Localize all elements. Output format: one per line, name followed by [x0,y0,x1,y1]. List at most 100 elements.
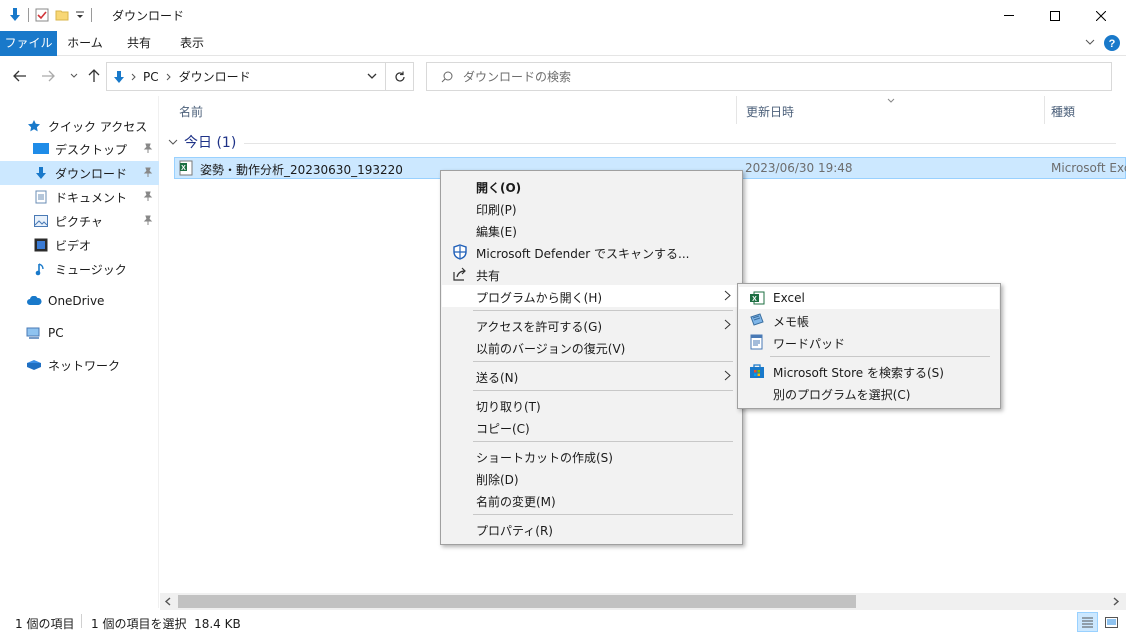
store-icon [749,363,765,379]
menu-item-copy[interactable]: コピー(C) [442,416,741,438]
sort-chevron-icon [887,98,895,103]
tab-share[interactable]: 共有 [113,31,165,56]
address-dropdown-icon[interactable] [367,73,377,80]
maximize-button[interactable] [1032,0,1078,31]
download-folder-icon [113,70,125,84]
pin-icon[interactable] [143,167,153,177]
scrollbar-thumb[interactable] [178,595,856,608]
column-header-date[interactable]: 更新日時 [746,103,794,120]
nav-pc[interactable]: PC [0,321,159,345]
breadcrumb-separator-icon [131,73,137,81]
menu-item-delete[interactable]: 削除(D) [442,467,741,489]
minimize-button[interactable] [986,0,1032,31]
scroll-right-icon[interactable] [1112,597,1120,606]
nav-network[interactable]: ネットワーク [0,353,159,377]
menu-item-defender-scan[interactable]: Microsoft Defender でスキャンする... [442,241,741,263]
download-folder-icon [8,7,22,23]
download-folder-icon [33,165,49,181]
address-row: PC ダウンロード ダウンロードの検索 [0,56,1126,96]
address-bar[interactable]: PC ダウンロード [106,62,386,91]
back-button[interactable] [10,66,30,86]
nav-item-documents[interactable]: ドキュメント [0,185,159,209]
large-icons-view-button[interactable] [1102,614,1120,630]
menu-item-print[interactable]: 印刷(P) [442,197,741,219]
context-menu: 開く(O) 印刷(P) 編集(E) Microsoft Defender でスキ… [440,170,743,545]
menu-item-grant-access[interactable]: アクセスを許可する(G) [442,314,741,336]
column-header-type[interactable]: 種類 [1051,103,1075,120]
menu-separator [473,514,733,515]
up-button[interactable] [84,66,104,86]
documents-icon [33,189,49,205]
submenu-item-excel[interactable]: X Excel [739,287,999,309]
quick-access-toolbar [8,7,92,23]
menu-item-open[interactable]: 開く(O) [442,175,741,197]
nav-item-desktop[interactable]: デスクトップ [0,137,159,161]
video-icon [33,237,49,253]
menu-item-create-shortcut[interactable]: ショートカットの作成(S) [442,445,741,467]
menu-item-share[interactable]: 共有 [442,263,741,285]
menu-item-properties[interactable]: プロパティ(R) [442,518,741,540]
nav-item-music[interactable]: ミュージック [0,257,159,281]
customize-toolbar-icon[interactable] [75,10,85,20]
menu-item-rename[interactable]: 名前の変更(M) [442,489,741,511]
forward-button[interactable] [38,66,58,86]
network-icon [26,357,42,373]
horizontal-scrollbar[interactable] [160,593,1126,610]
navigation-pane: クイック アクセス デスクトップ ダウンロード ドキュメント ピクチャ ビデオ [0,96,159,608]
wordpad-icon [749,334,765,350]
tab-file[interactable]: ファイル [0,31,57,56]
breadcrumb-downloads[interactable]: ダウンロード [179,68,251,85]
menu-item-restore-previous[interactable]: 以前のバージョンの復元(V) [442,336,741,358]
search-placeholder: ダウンロードの検索 [463,70,572,84]
divider [91,8,92,22]
menu-item-edit[interactable]: 編集(E) [442,219,741,241]
submenu-item-choose-other[interactable]: 別のプログラムを選択(C) [739,382,999,404]
menu-separator [473,441,733,442]
menu-item-cut[interactable]: 切り取り(T) [442,394,741,416]
chevron-right-icon [724,319,731,330]
tab-home[interactable]: ホーム [57,31,113,56]
divider [28,8,29,22]
pin-icon[interactable] [143,191,153,201]
column-divider[interactable] [1044,96,1045,124]
column-divider[interactable] [736,96,737,124]
chevron-right-icon [724,370,731,381]
help-icon[interactable]: ? [1104,35,1120,51]
item-count: 1 個の項目 [15,617,75,631]
notepad-icon [749,312,765,328]
nav-quick-access[interactable]: クイック アクセス [0,114,159,138]
pin-icon[interactable] [143,215,153,225]
cloud-icon [26,293,42,309]
details-view-button[interactable] [1077,612,1098,632]
nav-onedrive[interactable]: OneDrive [0,289,159,313]
computer-icon [26,325,42,341]
group-header-today[interactable]: 今日 (1) [168,132,236,152]
tab-view[interactable]: 表示 [165,31,219,56]
nav-item-pictures[interactable]: ピクチャ [0,209,159,233]
refresh-button[interactable] [386,62,414,91]
pin-icon[interactable] [143,143,153,153]
search-input[interactable]: ダウンロードの検索 [426,62,1112,91]
breadcrumb-pc[interactable]: PC [143,70,159,84]
open-with-submenu: X Excel メモ帳 ワードパッド Microsoft Store を検索する… [737,283,1001,409]
nav-item-videos[interactable]: ビデオ [0,233,159,257]
expand-ribbon-icon[interactable] [1085,38,1095,46]
desktop-icon [33,141,49,157]
chevron-down-icon[interactable] [168,139,178,146]
selection-info: 1 個の項目を選択 18.4 KB [91,617,241,631]
new-folder-icon[interactable] [55,8,69,22]
window-title: ダウンロード [112,9,185,23]
file-type: Microsoft Excel [1051,161,1126,175]
close-button[interactable] [1078,0,1124,31]
scroll-left-icon[interactable] [164,597,172,606]
submenu-item-wordpad[interactable]: ワードパッド [739,331,999,353]
submenu-item-store[interactable]: Microsoft Store を検索する(S) [739,360,999,382]
recent-locations-button[interactable] [64,66,84,86]
submenu-item-notepad[interactable]: メモ帳 [739,309,999,331]
menu-item-send-to[interactable]: 送る(N) [442,365,741,387]
menu-item-open-with[interactable]: プログラムから開く(H) [442,285,741,307]
column-header-name[interactable]: 名前 [179,103,203,120]
nav-item-downloads[interactable]: ダウンロード [0,161,159,185]
properties-icon[interactable] [35,8,49,22]
svg-text:X: X [181,165,186,172]
